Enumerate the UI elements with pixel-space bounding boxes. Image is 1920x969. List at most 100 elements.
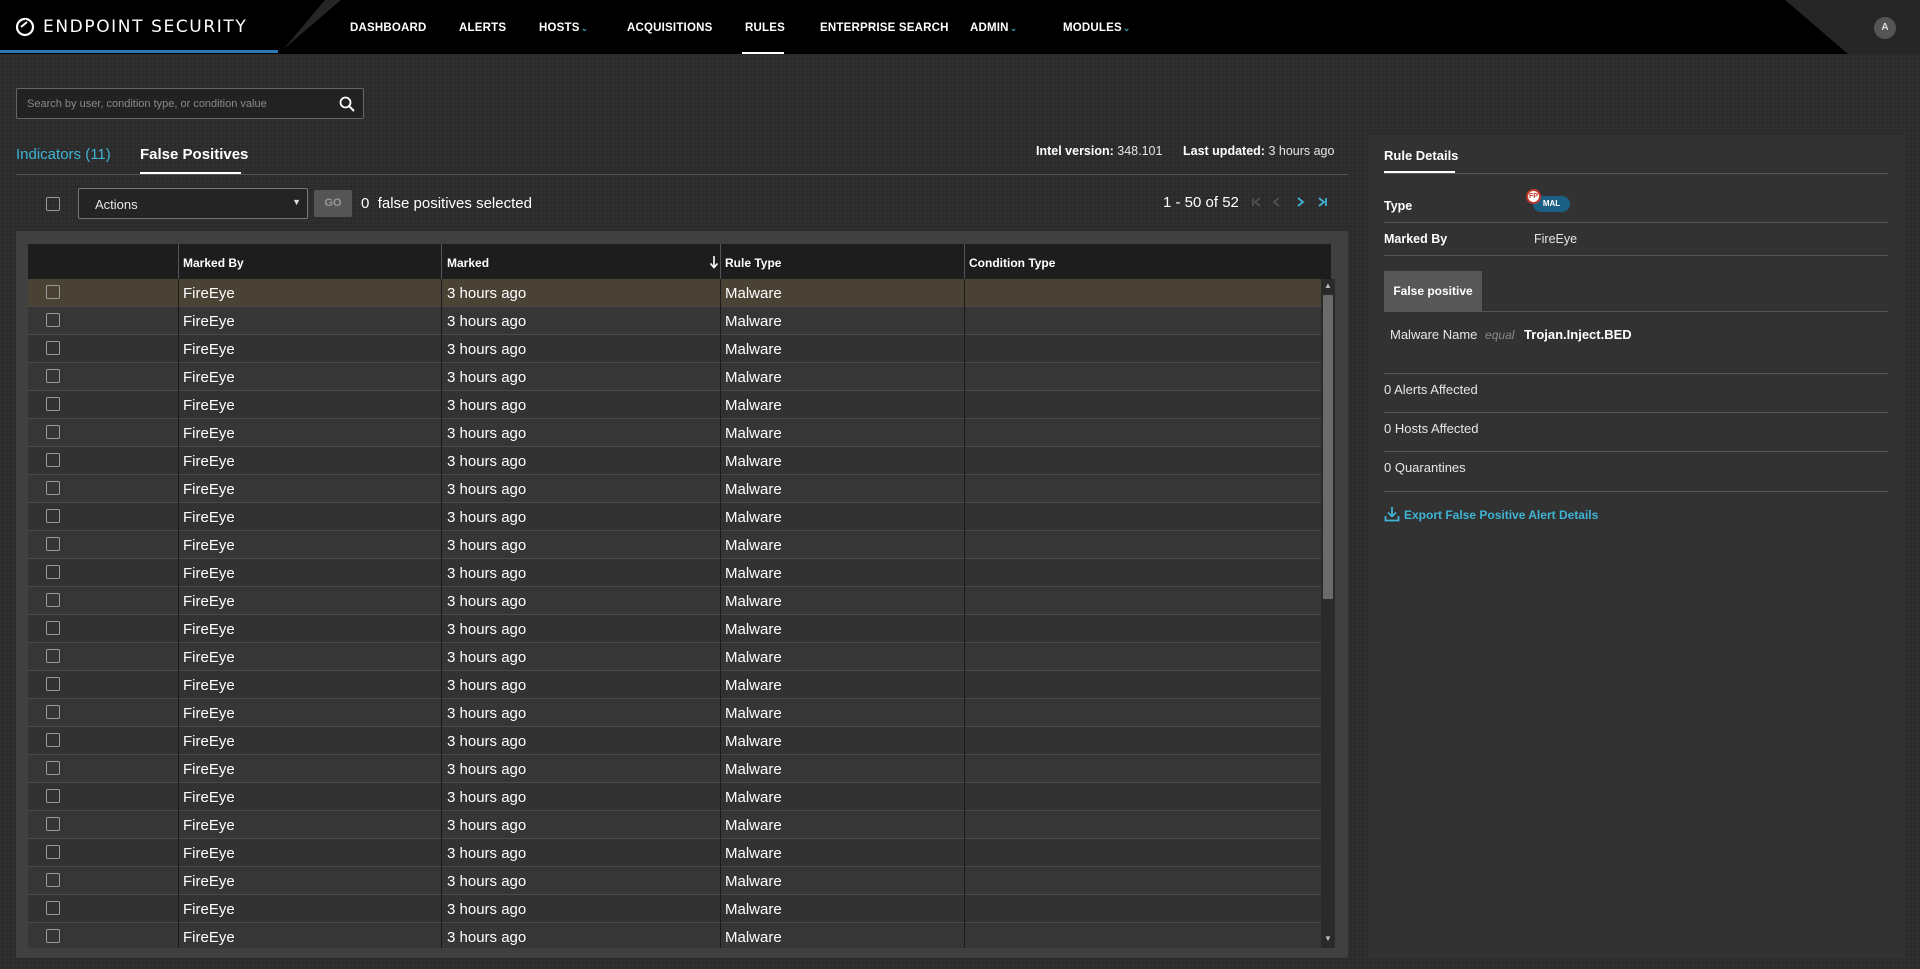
- cell-rule-type: Malware: [725, 789, 782, 806]
- select-all-checkbox[interactable]: [46, 197, 60, 211]
- hosts-affected: 0 Hosts Affected: [1384, 421, 1479, 436]
- selected-count: 0: [361, 195, 370, 212]
- divider: [1384, 173, 1888, 174]
- nav-item-acquisitions[interactable]: ACQUISITIONS: [627, 22, 712, 34]
- search-input[interactable]: [27, 89, 327, 118]
- cell-marked: 3 hours ago: [447, 593, 527, 610]
- row-checkbox[interactable]: [46, 705, 60, 719]
- cell-rule-type: Malware: [725, 929, 782, 946]
- row-checkbox[interactable]: [46, 397, 60, 411]
- row-checkbox[interactable]: [46, 929, 60, 943]
- row-checkbox[interactable]: [46, 453, 60, 467]
- go-button[interactable]: GO: [314, 190, 352, 217]
- row-checkbox[interactable]: [46, 817, 60, 831]
- row-checkbox[interactable]: [46, 649, 60, 663]
- last-page-icon[interactable]: [1316, 196, 1328, 208]
- table-row[interactable]: FireEye 3 hours ago Malware: [28, 615, 1331, 643]
- scroll-up-icon[interactable]: ▲: [1323, 281, 1333, 293]
- table-row[interactable]: FireEye 3 hours ago Malware: [28, 475, 1331, 503]
- table-row[interactable]: FireEye 3 hours ago Malware: [28, 503, 1331, 531]
- row-checkbox[interactable]: [46, 537, 60, 551]
- tabs-divider: [16, 174, 1348, 175]
- row-checkbox[interactable]: [46, 873, 60, 887]
- table-row[interactable]: FireEye 3 hours ago Malware: [28, 839, 1331, 867]
- user-avatar[interactable]: A: [1874, 17, 1896, 39]
- row-checkbox[interactable]: [46, 761, 60, 775]
- tab-false-positive-condition[interactable]: False positive: [1384, 271, 1482, 311]
- chevron-down-icon: ⌄: [1009, 23, 1018, 33]
- next-page-icon[interactable]: [1294, 196, 1306, 208]
- grid-scrollbar[interactable]: ▲ ▼: [1321, 279, 1335, 948]
- row-checkbox[interactable]: [46, 733, 60, 747]
- cell-marked: 3 hours ago: [447, 761, 527, 778]
- row-checkbox[interactable]: [46, 313, 60, 327]
- table-row[interactable]: FireEye 3 hours ago Malware: [28, 307, 1331, 335]
- sort-descending-icon[interactable]: [709, 255, 719, 269]
- row-checkbox[interactable]: [46, 789, 60, 803]
- cell-rule-type: Malware: [725, 901, 782, 918]
- row-checkbox[interactable]: [46, 565, 60, 579]
- table-row[interactable]: FireEye 3 hours ago Malware: [28, 783, 1331, 811]
- cell-marked: 3 hours ago: [447, 341, 527, 358]
- row-checkbox[interactable]: [46, 621, 60, 635]
- table-row[interactable]: FireEye 3 hours ago Malware: [28, 559, 1331, 587]
- search-icon[interactable]: [339, 96, 355, 112]
- table-row[interactable]: FireEye 3 hours ago Malware: [28, 531, 1331, 559]
- export-false-positive-link[interactable]: Export False Positive Alert Details: [1384, 506, 1598, 522]
- scroll-down-icon[interactable]: ▼: [1323, 934, 1333, 946]
- table-row[interactable]: FireEye 3 hours ago Malware: [28, 391, 1331, 419]
- condition-operator: equal: [1485, 328, 1515, 342]
- table-row[interactable]: FireEye 3 hours ago Malware: [28, 867, 1331, 895]
- row-checkbox[interactable]: [46, 481, 60, 495]
- table-row[interactable]: FireEye 3 hours ago Malware: [28, 587, 1331, 615]
- panel-title[interactable]: Rule Details: [1384, 148, 1458, 163]
- row-checkbox[interactable]: [46, 509, 60, 523]
- nav-item-dashboard[interactable]: DASHBOARD: [350, 22, 427, 34]
- table-row[interactable]: FireEye 3 hours ago Malware: [28, 727, 1331, 755]
- nav-item-enterprise-search[interactable]: ENTERPRISE SEARCH: [820, 22, 949, 34]
- table-row[interactable]: FireEye 3 hours ago Malware: [28, 755, 1331, 783]
- row-checkbox[interactable]: [46, 845, 60, 859]
- nav-item-hosts[interactable]: HOSTS⌄: [539, 22, 588, 34]
- nav-item-modules[interactable]: MODULES⌄: [1063, 22, 1131, 34]
- page-range: 1 - 50 of 52: [1163, 194, 1239, 211]
- first-page-icon[interactable]: [1251, 196, 1263, 208]
- row-checkbox[interactable]: [46, 425, 60, 439]
- row-checkbox[interactable]: [46, 901, 60, 915]
- column-header-condition-type[interactable]: Condition Type: [969, 256, 1055, 270]
- table-row[interactable]: FireEye 3 hours ago Malware: [28, 895, 1331, 923]
- table-row[interactable]: FireEye 3 hours ago Malware: [28, 923, 1331, 948]
- previous-page-icon[interactable]: [1271, 196, 1283, 208]
- table-row[interactable]: FireEye 3 hours ago Malware: [28, 335, 1331, 363]
- table-row[interactable]: FireEye 3 hours ago Malware: [28, 811, 1331, 839]
- nav-item-alerts[interactable]: ALERTS: [459, 22, 506, 34]
- cell-rule-type: Malware: [725, 649, 782, 666]
- search-box: [16, 88, 364, 119]
- condition-row: Malware Name equal Trojan.Inject.BED: [1390, 327, 1632, 342]
- tab-indicators[interactable]: Indicators (11): [16, 146, 111, 163]
- nav-item-rules[interactable]: RULES: [745, 22, 785, 34]
- table-row[interactable]: FireEye 3 hours ago Malware: [28, 419, 1331, 447]
- last-updated-value: 3 hours ago: [1268, 144, 1335, 158]
- scroll-thumb[interactable]: [1323, 295, 1333, 599]
- cell-marked: 3 hours ago: [447, 705, 527, 722]
- column-header-marked-by[interactable]: Marked By: [183, 256, 244, 270]
- cell-marked: 3 hours ago: [447, 481, 527, 498]
- column-header-marked[interactable]: Marked: [447, 256, 489, 270]
- row-checkbox[interactable]: [46, 677, 60, 691]
- row-checkbox[interactable]: [46, 593, 60, 607]
- table-row[interactable]: FireEye 3 hours ago Malware: [28, 671, 1331, 699]
- cell-marked-by: FireEye: [183, 789, 235, 806]
- table-row[interactable]: FireEye 3 hours ago Malware: [28, 447, 1331, 475]
- table-row[interactable]: FireEye 3 hours ago Malware: [28, 699, 1331, 727]
- column-header-rule-type[interactable]: Rule Type: [725, 256, 781, 270]
- table-row[interactable]: FireEye 3 hours ago Malware: [28, 363, 1331, 391]
- table-row[interactable]: FireEye 3 hours ago Malware: [28, 643, 1331, 671]
- row-checkbox[interactable]: [46, 369, 60, 383]
- actions-dropdown[interactable]: Actions ▼: [78, 188, 308, 219]
- row-checkbox[interactable]: [46, 341, 60, 355]
- tab-false-positives[interactable]: False Positives: [140, 146, 248, 163]
- row-checkbox[interactable]: [46, 285, 60, 299]
- table-row[interactable]: FireEye 3 hours ago Malware: [28, 279, 1331, 307]
- nav-item-admin[interactable]: ADMIN⌄: [970, 22, 1017, 34]
